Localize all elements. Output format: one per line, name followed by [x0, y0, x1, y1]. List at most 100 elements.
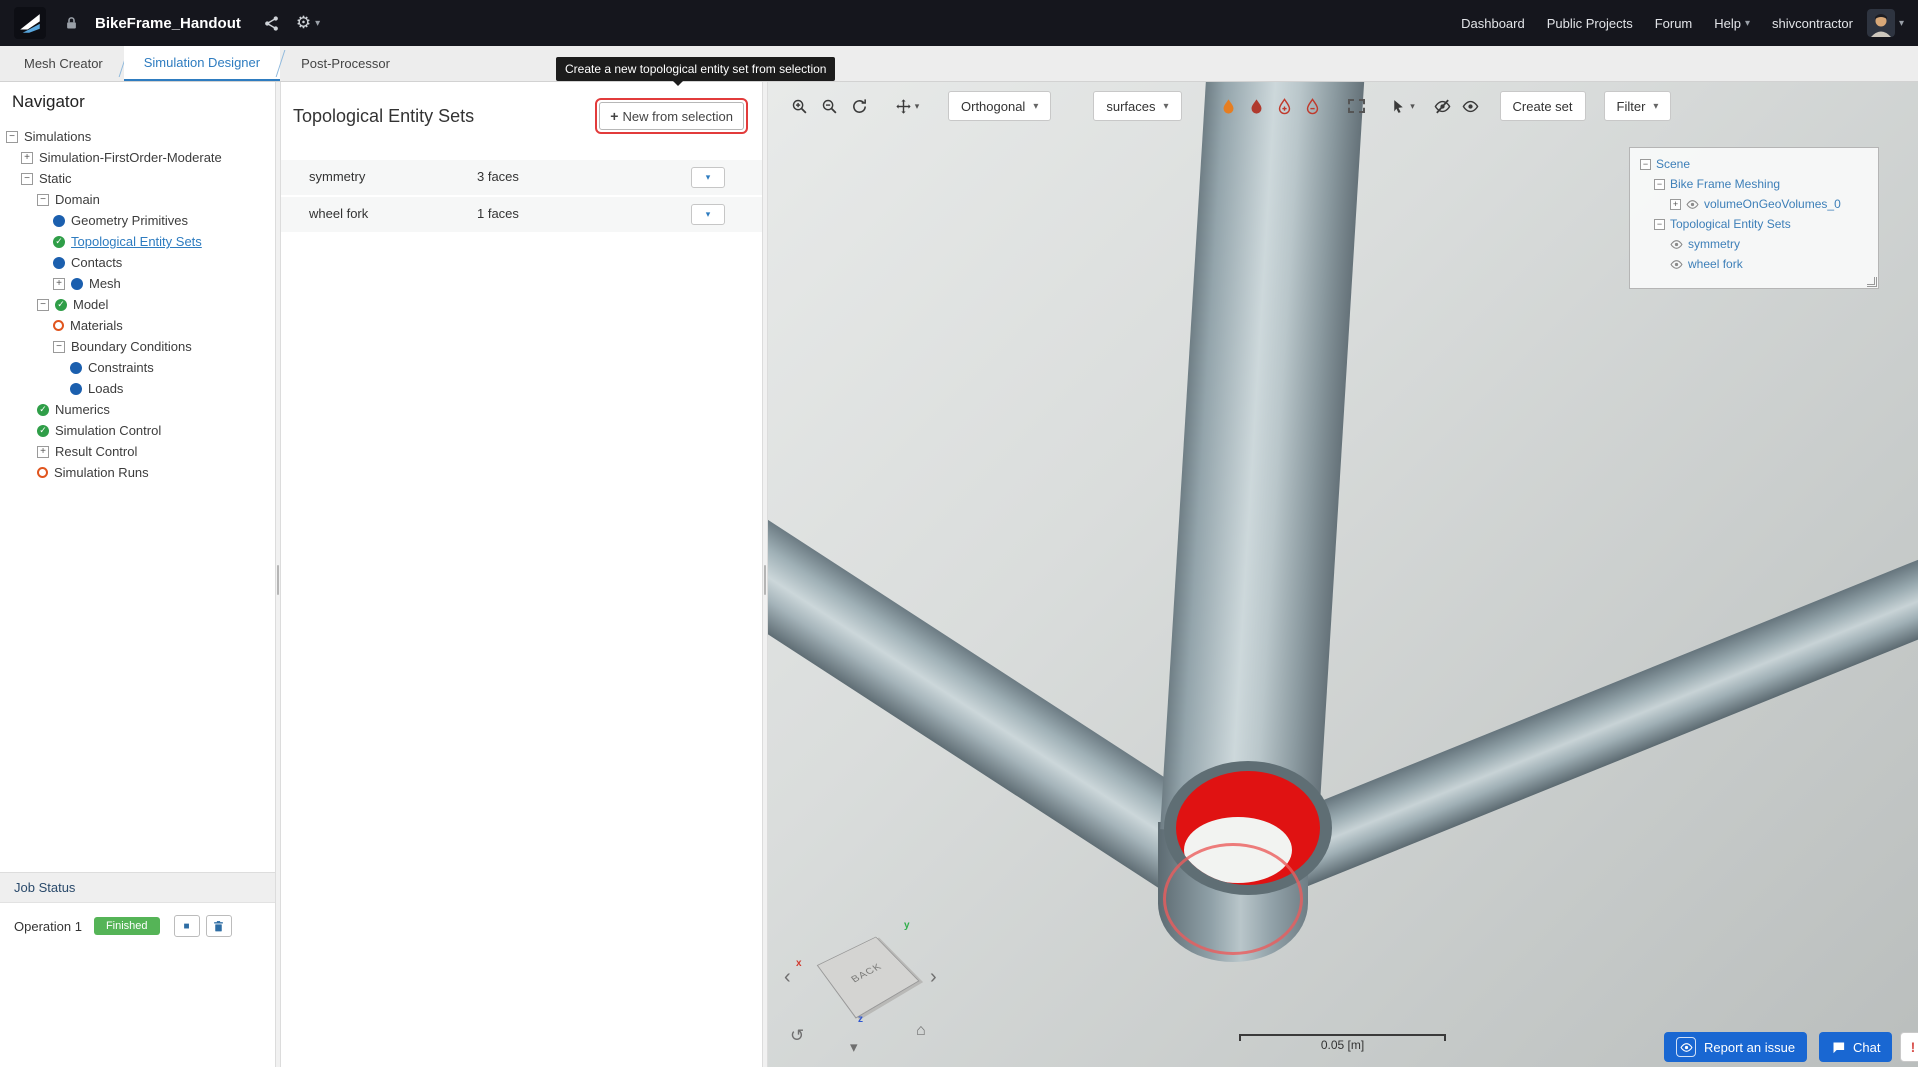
rotate-left-arrow-icon[interactable]: ‹ [784, 966, 791, 989]
operation-label: Operation 1 [14, 918, 82, 934]
share-icon[interactable] [263, 15, 280, 32]
settings-gear-icon[interactable]: ⚙ ▾ [296, 13, 320, 33]
bike-frame-tube-right[interactable] [1250, 559, 1918, 899]
stop-job-button[interactable]: ■ [173, 915, 200, 937]
tree-item-geometry-primitives[interactable]: Geometry Primitives [0, 210, 275, 231]
simulation-tree: − Simulations + Simulation-FirstOrder-Mode… [0, 124, 275, 483]
navigation-cube[interactable]: BACK ‹ › ↺ ⌂ ▾ x y z [784, 918, 949, 1063]
entity-set-row[interactable]: symmetry 3 faces ▾ [281, 160, 762, 195]
row-actions-dropdown[interactable]: ▾ [691, 167, 725, 188]
collapse-icon[interactable]: − [1640, 158, 1651, 170]
scene-tree-item-topological-entity-sets[interactable]: − Topological Entity Sets [1634, 214, 1874, 234]
page-title: Topological Entity Sets [293, 105, 475, 126]
expand-icon[interactable]: + [53, 277, 65, 290]
tree-item-loads[interactable]: Loads [0, 378, 275, 399]
chevron-down-icon[interactable]: ▾ [1899, 18, 1904, 29]
tab-post-processor[interactable]: Post-Processor [281, 46, 410, 81]
tree-item-constraints[interactable]: Constraints [0, 357, 275, 378]
rotate-right-arrow-icon[interactable]: › [930, 966, 937, 989]
tab-mesh-creator[interactable]: Mesh Creator [4, 46, 123, 81]
home-view-icon[interactable]: ⌂ [916, 1022, 926, 1040]
create-set-button[interactable]: Create set [1499, 91, 1586, 121]
eye-icon[interactable] [1686, 198, 1699, 211]
scene-tree-item-bike-frame-meshing[interactable]: − Bike Frame Meshing [1634, 174, 1874, 194]
chat-button[interactable]: Chat [1819, 1032, 1893, 1062]
hide-all-button[interactable] [1430, 93, 1456, 119]
show-all-button[interactable] [1458, 93, 1484, 119]
collapse-icon[interactable]: − [37, 298, 49, 311]
bike-frame-seat-tube[interactable] [1160, 82, 1367, 839]
collapse-icon[interactable]: − [37, 193, 49, 206]
trash-icon [212, 920, 225, 933]
zoom-out-button[interactable] [816, 93, 842, 119]
render-mode-select[interactable]: surfaces ▾ [1093, 91, 1182, 121]
scene-tree-item-scene[interactable]: − Scene [1634, 154, 1874, 174]
collapse-icon[interactable]: − [21, 172, 33, 185]
tree-item-static[interactable]: − Static [0, 168, 275, 189]
nav-forum[interactable]: Forum [1655, 16, 1693, 31]
tree-item-boundary-conditions[interactable]: − Boundary Conditions [0, 336, 275, 357]
cursor-select-button[interactable]: ▾ [1384, 93, 1422, 119]
tree-item-result-control[interactable]: + Result Control [0, 441, 275, 462]
box-select-button[interactable] [1344, 93, 1370, 119]
nav-cube-face[interactable]: BACK [816, 936, 920, 1019]
tree-item-mesh[interactable]: + Mesh [0, 273, 275, 294]
collapse-icon[interactable]: − [6, 130, 18, 143]
eye-icon[interactable] [1670, 258, 1683, 271]
pan-move-button[interactable]: ▾ [888, 93, 926, 119]
tree-item-simulation-runs[interactable]: Simulation Runs [0, 462, 275, 483]
remove-selection-button[interactable] [1300, 93, 1326, 119]
nav-dashboard[interactable]: Dashboard [1461, 16, 1525, 31]
entity-set-list: symmetry 3 faces ▾ wheel fork 1 faces ▾ [281, 160, 762, 232]
scene-tree-item-volume[interactable]: + volumeOnGeoVolumes_0 [1634, 194, 1874, 214]
tree-item-numerics[interactable]: ✓ Numerics [0, 399, 275, 420]
nav-public-projects[interactable]: Public Projects [1547, 16, 1633, 31]
tree-item-domain[interactable]: − Domain [0, 189, 275, 210]
expand-icon[interactable]: + [37, 445, 49, 458]
delete-job-button[interactable] [205, 915, 232, 937]
resize-grip[interactable] [1867, 277, 1877, 287]
tree-item-contacts[interactable]: Contacts [0, 252, 275, 273]
add-selection-button[interactable] [1272, 93, 1298, 119]
filter-select[interactable]: Filter ▾ [1603, 91, 1672, 121]
collapse-icon[interactable]: − [53, 340, 65, 353]
tree-item-simulations[interactable]: − Simulations [0, 126, 275, 147]
show-selection-button[interactable] [1244, 93, 1270, 119]
projection-select[interactable]: Orthogonal ▾ [948, 91, 1052, 121]
refresh-view-button[interactable] [846, 93, 872, 119]
expand-icon[interactable]: + [1670, 198, 1681, 210]
scene-tree-item-symmetry[interactable]: symmetry [1634, 234, 1874, 254]
tree-item-materials[interactable]: Materials [0, 315, 275, 336]
scene-tree-item-wheel-fork[interactable]: wheel fork [1634, 254, 1874, 274]
report-issue-button[interactable]: Report an issue [1664, 1032, 1808, 1062]
chevron-down-icon[interactable]: ▾ [850, 1038, 858, 1056]
avatar[interactable] [1867, 9, 1895, 37]
tree-item-model[interactable]: − ✓ Model [0, 294, 275, 315]
rotate-ccw-icon[interactable]: ↺ [790, 1026, 804, 1046]
new-from-selection-button[interactable]: + New from selection [599, 102, 744, 130]
row-actions-dropdown[interactable]: ▾ [691, 204, 725, 225]
hide-selection-button[interactable] [1216, 93, 1242, 119]
tree-item-topological-entity-sets[interactable]: ✓ Topological Entity Sets [0, 231, 275, 252]
job-status-title: Job Status [0, 873, 275, 903]
tree-item-simulation-firstorder[interactable]: + Simulation-FirstOrder-Moderate [0, 147, 275, 168]
username[interactable]: shivcontractor [1772, 16, 1853, 31]
status-dot-icon [53, 214, 65, 227]
eye-icon[interactable] [1670, 238, 1683, 251]
collapse-icon[interactable]: − [1654, 218, 1665, 230]
tooltip: Create a new topological entity set from… [556, 57, 836, 86]
scale-bar: 0.05 [m] [1239, 1034, 1446, 1052]
expand-icon[interactable]: + [21, 151, 33, 164]
entity-set-row[interactable]: wheel fork 1 faces ▾ [281, 197, 762, 232]
chat-bubble-icon [1831, 1040, 1846, 1055]
collapse-icon[interactable]: − [1654, 178, 1665, 190]
simscale-logo[interactable] [14, 7, 46, 39]
alert-badge[interactable]: ! [1900, 1032, 1918, 1062]
tree-item-simulation-control[interactable]: ✓ Simulation Control [0, 420, 275, 441]
status-incomplete-icon [53, 320, 64, 331]
zoom-in-button[interactable] [786, 93, 812, 119]
eye-icon [1462, 98, 1479, 115]
tab-simulation-designer[interactable]: Simulation Designer [123, 46, 281, 81]
viewport-3d[interactable]: ▾ Orthogonal ▾ surfaces ▾ ▾ Create set Fil… [768, 82, 1918, 1067]
nav-help[interactable]: Help ▾ [1714, 16, 1750, 31]
